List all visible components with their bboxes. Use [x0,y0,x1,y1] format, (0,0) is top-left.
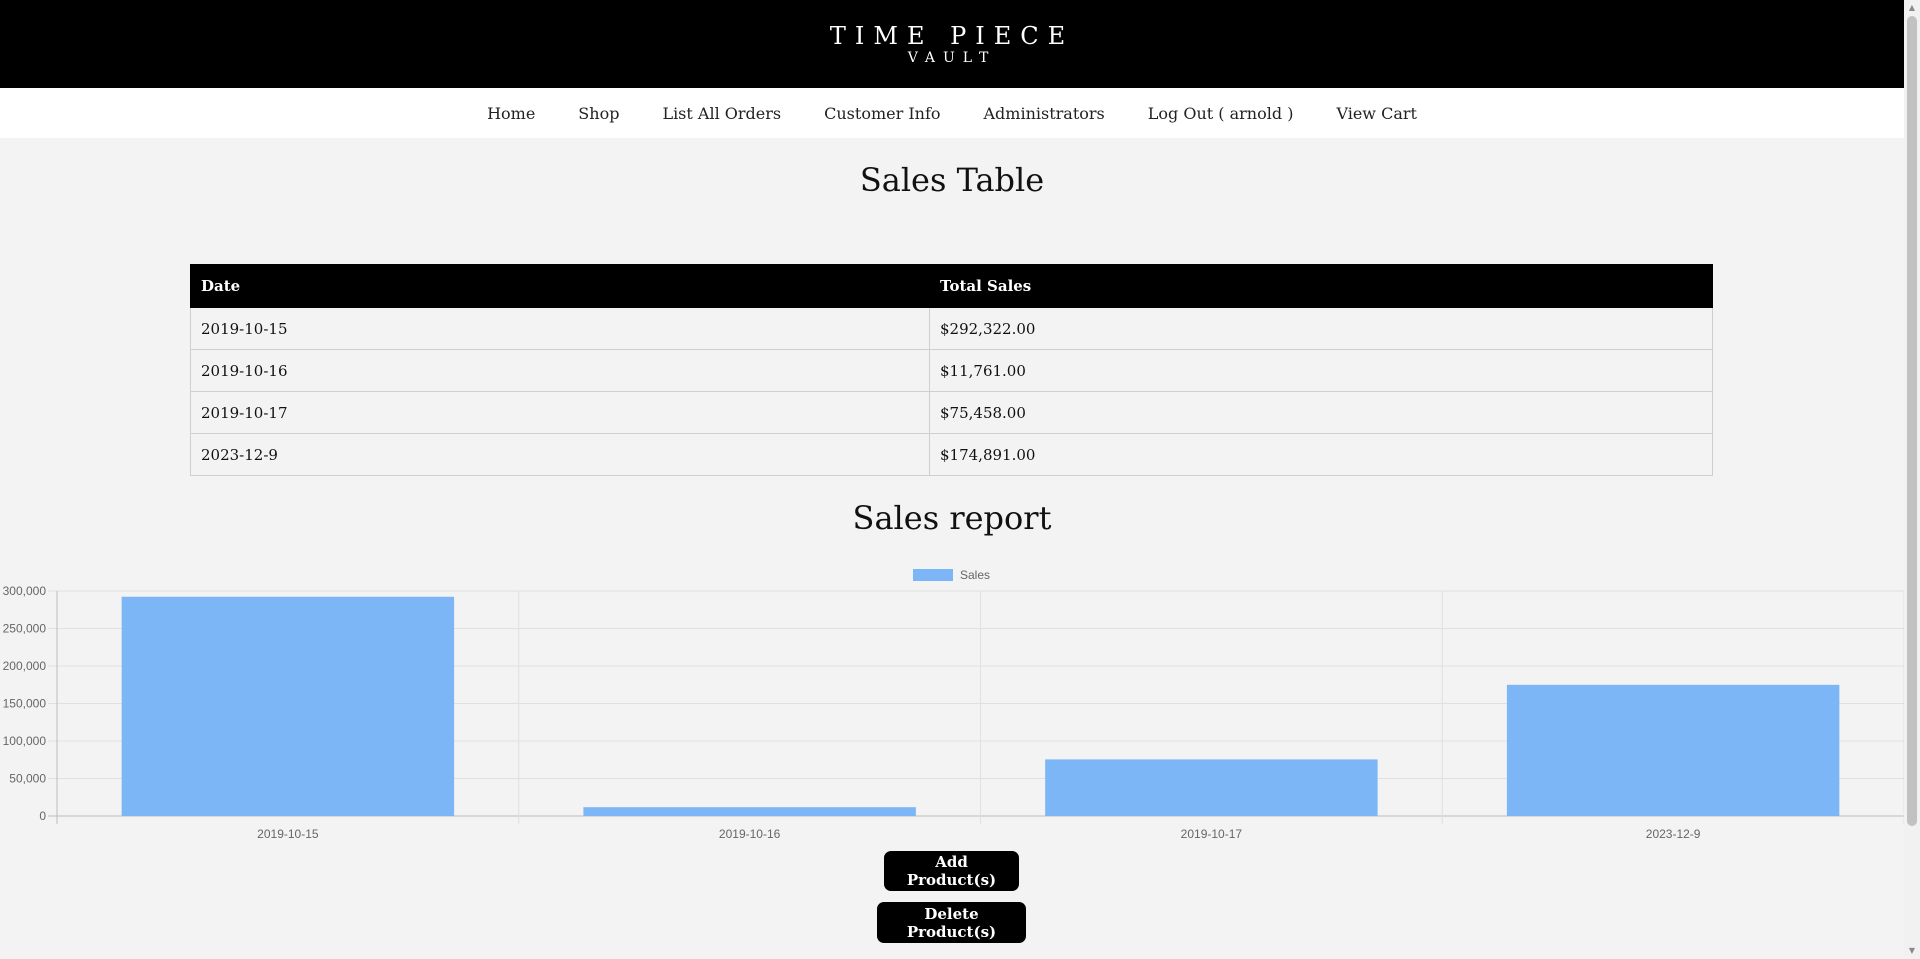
scroll-down-arrow-icon[interactable]: ▼ [1904,943,1920,959]
sales-bar [583,807,916,816]
date-cell: 2023-12-9 [190,433,930,476]
brand-subtitle: VAULT [907,50,997,66]
date-cell: 2019-10-17 [190,391,930,434]
x-tick-label: 2019-10-17 [1181,827,1243,841]
table-header-row: Date Total Sales [190,264,1713,308]
page: TIME PIECE VAULT Home Shop List All Orde… [0,0,1904,959]
total-sales-cell: $174,891.00 [929,433,1713,476]
site-header: TIME PIECE VAULT [0,0,1904,88]
main-nav: Home Shop List All Orders Customer Info … [0,88,1904,138]
legend-swatch [913,569,953,581]
y-tick-label: 150,000 [3,697,47,711]
add-product-button[interactable]: Add Product(s) [884,851,1019,891]
date-cell: 2019-10-15 [190,307,930,350]
x-tick-label: 2019-10-15 [257,827,319,841]
x-tick-label: 2023-12-9 [1646,827,1701,841]
sales-report-title: Sales report [852,499,1052,537]
nav-home[interactable]: Home [487,104,535,123]
sales-bar [1045,759,1378,816]
brand-title[interactable]: TIME PIECE [830,22,1074,50]
delete-product-button[interactable]: Delete Product(s) [877,902,1026,943]
y-tick-label: 250,000 [3,622,47,636]
total-sales-cell: $75,458.00 [929,391,1713,434]
sales-table: Date Total Sales 2019-10-15 $292,322.00 … [190,264,1713,476]
vertical-scrollbar[interactable]: ▲ ▼ [1904,0,1920,959]
total-sales-cell: $11,761.00 [929,349,1713,392]
column-header-total-sales: Total Sales [929,264,1713,308]
nav-log-out[interactable]: Log Out ( arnold ) [1148,104,1294,123]
table-row: 2019-10-17 $75,458.00 [190,391,1713,434]
scroll-thumb[interactable] [1907,16,1917,826]
date-cell: 2019-10-16 [190,349,930,392]
table-row: 2019-10-15 $292,322.00 [190,307,1713,350]
sales-bar [1506,684,1840,816]
y-tick-label: 100,000 [3,734,47,748]
nav-view-cart[interactable]: View Cart [1336,104,1417,123]
nav-customer-info[interactable]: Customer Info [824,104,940,123]
y-tick-label: 0 [39,809,46,823]
nav-administrators[interactable]: Administrators [984,104,1105,123]
nav-shop[interactable]: Shop [578,104,619,123]
y-tick-label: 200,000 [3,659,47,673]
sales-chart-svg: 0 50,000 100,000 150,000 200,000 250,000 300,0… [3,568,1904,841]
table-row: 2023-12-9 $174,891.00 [190,433,1713,476]
column-header-date: Date [190,264,930,308]
sales-table-title: Sales Table [859,161,1045,199]
total-sales-cell: $292,322.00 [929,307,1713,350]
y-tick-label: 50,000 [9,772,46,786]
nav-list-all-orders[interactable]: List All Orders [662,104,781,123]
scroll-up-arrow-icon[interactable]: ▲ [1904,0,1920,16]
sales-bar [121,596,455,816]
legend-label: Sales [960,568,990,582]
table-row: 2019-10-16 $11,761.00 [190,349,1713,392]
sales-chart: 0 50,000 100,000 150,000 200,000 250,000 300,0… [0,560,1904,850]
x-tick-label: 2019-10-16 [719,827,781,841]
y-tick-label: 300,000 [3,584,47,598]
